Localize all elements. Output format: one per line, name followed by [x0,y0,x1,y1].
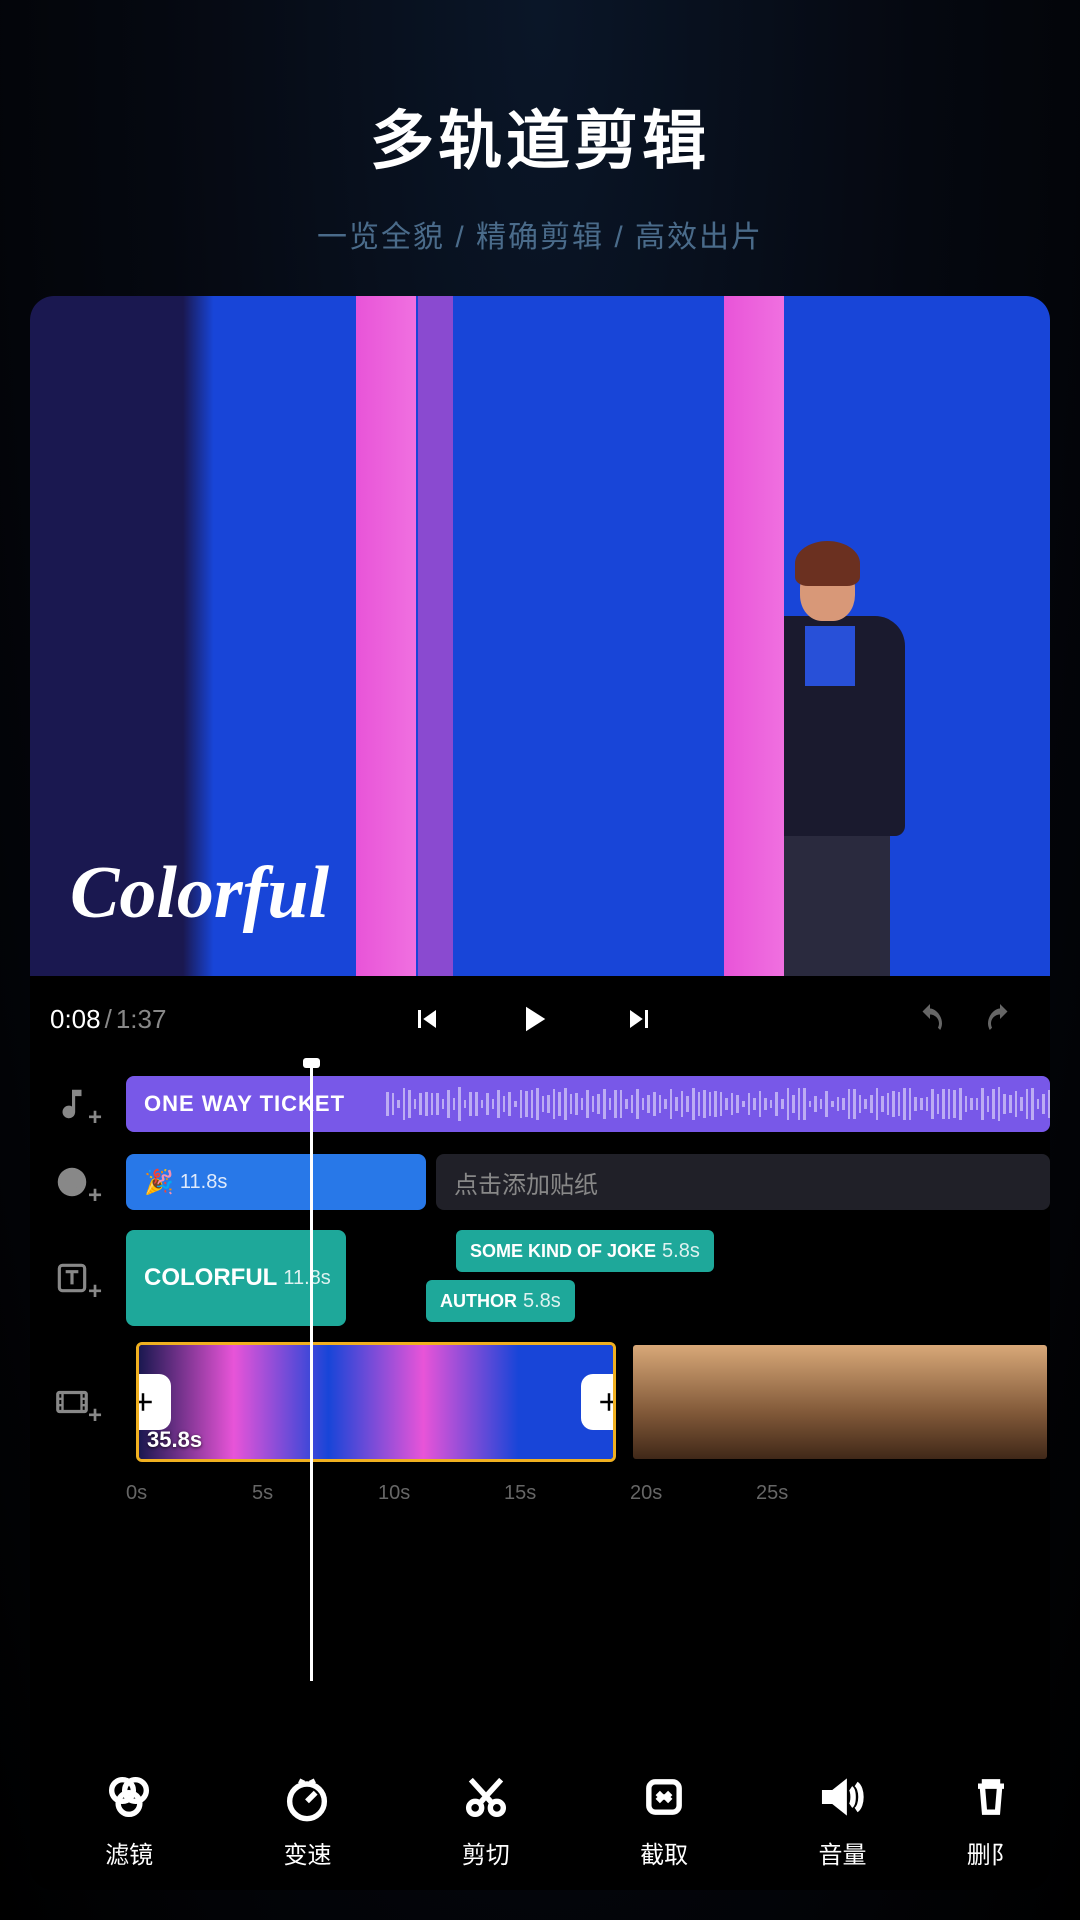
video-track: + 35.8s [30,1342,1050,1462]
tool-filter[interactable]: 滤镜 [69,1771,189,1870]
tool-label: 剪切 [462,1835,510,1870]
text-icon [53,1259,91,1297]
page-title: 多轨道剪辑 [30,90,1050,182]
tool-label: 滤镜 [105,1835,153,1870]
text-clip-label: COLORFUL [144,1264,277,1292]
ruler-tick: 15s [504,1482,630,1505]
music-clip[interactable]: ONE WAY TICKET [126,1076,1050,1132]
text-sub-duration: 5.8s [523,1290,561,1313]
tool-cut[interactable]: 剪切 [426,1771,546,1870]
bottom-toolbar: 滤镜 变速 剪切 截取 音量 删阝 [30,1741,1050,1890]
time-separator: / [105,1004,112,1035]
sticker-track: + 🎉 11.8s 点击添加贴纸 [30,1150,1050,1214]
volume-icon [816,1771,868,1823]
video-clip-2[interactable] [630,1342,1050,1462]
delete-icon [965,1771,1017,1823]
crop-icon [638,1771,690,1823]
film-icon [53,1383,91,1421]
text-sub-duration: 5.8s [662,1240,700,1263]
editor-frame: Colorful 0:08 / 1:37 + [30,296,1050,1890]
plus-icon: + [88,1278,102,1306]
tool-label: 截取 [640,1835,688,1870]
text-clip-sub-2[interactable]: AUTHOR 5.8s [426,1280,575,1322]
ruler-tick: 20s [630,1482,756,1505]
sticker-placeholder[interactable]: 点击添加贴纸 [436,1154,1050,1210]
ruler-tick: 0s [126,1482,252,1505]
video-clip-duration: 35.8s [147,1427,202,1453]
text-sub-label: AUTHOR [440,1291,517,1312]
skip-previous-icon [409,1001,445,1037]
prev-button[interactable] [402,994,452,1044]
text-clip-sub-1[interactable]: SOME KIND OF JOKE 5.8s [456,1230,714,1272]
filter-icon [103,1771,155,1823]
music-track: + ONE WAY TICKET [30,1072,1050,1136]
speed-icon [281,1771,333,1823]
time-total: 1:37 [116,1004,167,1035]
add-sticker-button[interactable]: + [46,1156,98,1208]
skip-next-icon [621,1001,657,1037]
tool-delete[interactable]: 删阝 [961,1771,1021,1870]
redo-button[interactable] [975,994,1025,1044]
cut-icon [460,1771,512,1823]
add-video-button[interactable]: + [46,1376,98,1428]
play-button[interactable] [508,994,558,1044]
play-icon [512,998,554,1040]
ruler-tick: 10s [378,1482,504,1505]
video-preview[interactable]: Colorful [30,296,1050,976]
text-sub-label: SOME KIND OF JOKE [470,1241,656,1262]
video-clip-1[interactable]: 35.8s [136,1342,616,1462]
tool-label: 音量 [818,1835,866,1870]
undo-button[interactable] [905,994,955,1044]
tool-label: 变速 [283,1835,331,1870]
tool-label: 删阝 [967,1835,1015,1870]
timeline-ruler: 0s5s10s15s20s25s [30,1482,1050,1505]
person-figure [740,536,920,976]
plus-icon [594,1387,616,1417]
timeline[interactable]: + ONE WAY TICKET + 🎉 11.8s 点击添加贴纸 [30,1062,1050,1741]
plus-icon: + [88,1104,102,1132]
add-music-button[interactable]: + [46,1078,98,1130]
page-subtitle: 一览全貌 / 精确剪辑 / 高效出片 [30,212,1050,256]
redo-icon [982,1001,1018,1037]
preview-caption: Colorful [70,851,329,936]
plus-icon: + [88,1182,102,1210]
sticker-duration: 11.8s [180,1171,227,1194]
sticker-emoji: 🎉 [144,1168,174,1197]
sticker-clip[interactable]: 🎉 11.8s [126,1154,426,1210]
music-icon [53,1085,91,1123]
text-clip-duration: 11.8s [283,1267,330,1290]
ruler-tick: 5s [252,1482,378,1505]
plus-icon: + [88,1402,102,1430]
playback-controls: 0:08 / 1:37 [30,976,1050,1062]
add-text-button[interactable]: + [46,1252,98,1304]
tool-crop[interactable]: 截取 [604,1771,724,1870]
tool-volume[interactable]: 音量 [782,1771,902,1870]
emoji-icon [53,1163,91,1201]
next-button[interactable] [614,994,664,1044]
promo-header: 多轨道剪辑 一览全貌 / 精确剪辑 / 高效出片 [30,30,1050,296]
text-track: + COLORFUL 11.8s SOME KIND OF JOKE 5.8s [30,1228,1050,1328]
tool-speed[interactable]: 变速 [247,1771,367,1870]
music-clip-label: ONE WAY TICKET [144,1091,345,1117]
undo-icon [912,1001,948,1037]
insert-before-button[interactable] [136,1374,171,1430]
insert-after-button[interactable] [581,1374,616,1430]
ruler-tick: 25s [756,1482,882,1505]
plus-icon [136,1387,158,1417]
time-current: 0:08 [50,1004,101,1035]
text-clip-main[interactable]: COLORFUL 11.8s [126,1230,346,1326]
